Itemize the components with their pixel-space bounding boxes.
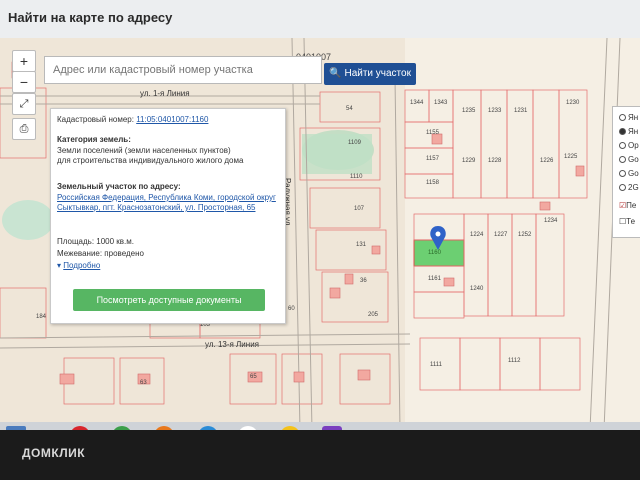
category-use: для строительства индивидуального жилого…	[57, 156, 244, 165]
search-button-label: Найти участок	[344, 68, 411, 79]
parcel-label: 131	[356, 242, 367, 248]
category-value: Земли поселений (земли населенных пункто…	[57, 146, 231, 155]
parcel-label: 1158	[426, 180, 439, 186]
ie-icon[interactable]	[198, 426, 218, 430]
yandex-browser-icon[interactable]	[322, 426, 342, 430]
parcel-label: 1224	[470, 232, 484, 238]
layer-option-label: Go	[628, 169, 639, 178]
parcel-label: 1160	[428, 250, 441, 256]
cadastral-row: Кадастровый номер: 11:05:0401007:1160	[57, 115, 279, 125]
parcel-label: 1110	[350, 174, 363, 180]
parcel-label: 184	[36, 314, 47, 320]
parcel-label: 65	[250, 374, 257, 380]
parcel-label: 1227	[494, 232, 508, 238]
area-value: Площадь: 1000 кв.м.	[57, 237, 134, 246]
search-input[interactable]	[44, 56, 322, 84]
layer-option[interactable]: Ян	[619, 113, 638, 122]
layer-checkbox-label: Пе	[626, 201, 637, 210]
zoom-in-button[interactable]: +	[12, 50, 36, 72]
parcel-label: 63	[140, 380, 147, 386]
browser-screen: Найти на карте по адресу ул. 1-я Линия Р…	[0, 0, 640, 430]
category-label: Категория земель:	[57, 135, 131, 144]
parcel-label: 1161	[428, 276, 441, 282]
parcel-info-popup: Кадастровый номер: 11:05:0401007:1160 Ка…	[50, 108, 286, 324]
layer-option-label: Ян	[628, 127, 639, 136]
search-button[interactable]: 🔍 Найти участок	[324, 63, 416, 85]
title-bar: Найти на карте по адресу	[0, 0, 640, 39]
layer-option-label: Ян	[628, 113, 639, 122]
layer-option[interactable]: Go	[619, 155, 639, 164]
page-title: Найти на карте по адресу	[8, 10, 173, 25]
parcel-label: 60	[288, 306, 295, 312]
parcel-label: 107	[354, 206, 365, 212]
parcel-label: 1252	[518, 232, 532, 238]
taskbar: Я	[0, 422, 640, 430]
street-label-1: ул. 1-я Линия	[140, 89, 190, 98]
street-label-3: ул. 13-я Линия	[205, 340, 259, 349]
details-toggle[interactable]: ▾ Подробно	[57, 261, 279, 271]
layer-option-label: Op	[628, 141, 639, 150]
view-documents-button[interactable]: Посмотреть доступные документы	[73, 289, 265, 311]
opera-icon[interactable]	[70, 426, 90, 430]
parcel-label: 1240	[470, 286, 484, 292]
layer-option-label: Go	[628, 155, 639, 164]
address-link[interactable]: Российская Федерация, Республика Коми, г…	[57, 193, 279, 213]
parcel-label: 1109	[348, 140, 361, 146]
parcel-label: 1226	[540, 158, 554, 164]
layer-checkbox[interactable]: ☑Пе	[619, 201, 636, 210]
parcel-label: 36	[360, 278, 367, 284]
parcel-label: 1344	[410, 100, 424, 106]
parcel-label: 1228	[488, 158, 502, 164]
chevron-down-icon: ▾	[57, 261, 62, 270]
parcel-label: 1155	[426, 130, 439, 136]
layer-option[interactable]: Ян	[619, 127, 638, 136]
zoom-out-button[interactable]: −	[12, 71, 36, 93]
layer-option[interactable]: 2G	[619, 183, 639, 192]
windows-start-icon[interactable]	[6, 426, 26, 430]
parcel-label: 1343	[434, 100, 448, 106]
parcel-label: 1233	[488, 108, 502, 114]
parcel-label: 205	[368, 312, 379, 318]
layer-checkbox[interactable]: ☐Те	[619, 217, 635, 226]
parcel-label: 1231	[514, 108, 528, 114]
cadastral-label: Кадастровый номер:	[57, 115, 134, 124]
parcel-label: 1225	[564, 154, 578, 160]
parcel-label: 1157	[426, 156, 439, 162]
parcel-label: 1111	[430, 362, 443, 368]
print-icon[interactable]: ⎙	[12, 118, 36, 140]
parcel-label: 1229	[462, 158, 476, 164]
parcel-label: 1234	[544, 218, 558, 224]
yandex-disk-icon[interactable]	[280, 426, 300, 430]
layer-checkbox-label: Те	[626, 217, 636, 226]
search-icon: 🔍	[329, 68, 342, 79]
chrome-icon[interactable]	[112, 426, 132, 430]
address-label: Земельный участок по адресу:	[57, 182, 181, 191]
parcel-label: 1112	[508, 358, 521, 364]
firefox-icon[interactable]	[154, 426, 174, 430]
parcel-label: 1235	[462, 108, 476, 114]
layers-panel[interactable]: Ян Ян Op Go Go 2G ☑Пе ☐Те	[612, 106, 640, 238]
cadastral-number-link[interactable]: 11:05:0401007:1160	[136, 115, 208, 124]
parcel-label: 1230	[566, 100, 580, 106]
details-link[interactable]: Подробно	[63, 261, 100, 270]
fullscreen-icon[interactable]: ⤢	[12, 93, 36, 115]
yandex-icon[interactable]: Я	[238, 426, 258, 430]
layer-option[interactable]: Go	[619, 169, 639, 178]
domclick-watermark: ДОМКЛИК	[22, 446, 86, 460]
layer-option[interactable]: Op	[619, 141, 639, 150]
survey-status: Межевание: проведено	[57, 249, 144, 258]
parcel-label: 54	[346, 106, 353, 112]
layer-option-label: 2G	[628, 183, 639, 192]
